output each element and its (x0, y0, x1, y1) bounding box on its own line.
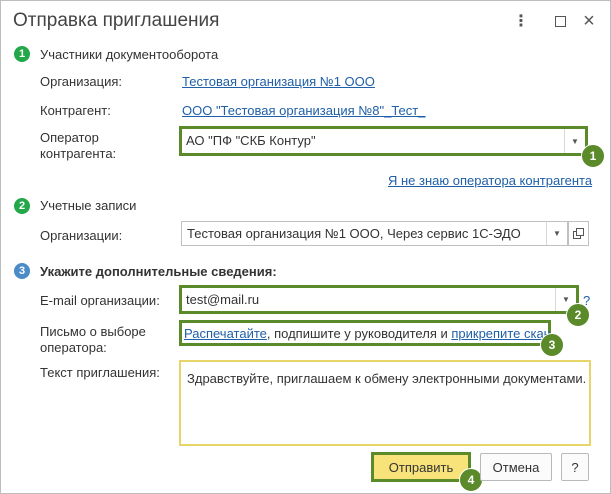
more-icon[interactable]: ⋮ (511, 11, 531, 31)
invite-text: Здравствуйте, приглашаем к обмену электр… (187, 371, 587, 386)
email-field[interactable]: test@mail.ru ▼ (179, 285, 579, 314)
step-1-badge: 1 (14, 46, 30, 62)
orgs-value: Тестовая организация №1 ООО, Через серви… (187, 226, 521, 241)
chevron-down-icon[interactable]: ▼ (546, 222, 567, 245)
print-link[interactable]: Распечатайте (184, 326, 267, 341)
callout-marker-3: 3 (540, 333, 564, 357)
help-button[interactable]: ? (561, 453, 589, 481)
dialog-title: Отправка приглашения (13, 10, 220, 31)
attach-scan-link[interactable]: прикрепите скан (451, 326, 551, 341)
letter-text: Распечатайте, подпишите у руководителя и… (184, 326, 551, 341)
step-3-badge: 3 (14, 263, 30, 279)
email-label: E-mail организации: (40, 293, 160, 308)
operator-value: АО "ПФ "СКБ Контур" (186, 133, 316, 148)
close-icon[interactable]: × (579, 10, 599, 32)
invite-label: Текст приглашения: (40, 365, 160, 380)
letter-label: Письмо о выборе оператора: (40, 324, 146, 355)
org-label: Организация: (40, 74, 123, 89)
maximize-icon[interactable] (550, 11, 570, 31)
step-2-badge: 2 (14, 198, 30, 214)
letter-actions: Распечатайте, подпишите у руководителя и… (179, 320, 551, 346)
operator-select[interactable]: АО "ПФ "СКБ Контур" ▼ (179, 126, 588, 156)
counterparty-link[interactable]: ООО "Тестовая организация №8"_Тест_ (182, 103, 425, 118)
step-3-title: Укажите дополнительные сведения: (40, 264, 277, 279)
send-button[interactable]: Отправить (371, 452, 471, 482)
orgs-label: Организации: (40, 228, 123, 243)
callout-marker-2: 2 (566, 303, 590, 327)
org-link[interactable]: Тестовая организация №1 ООО (182, 74, 375, 89)
callout-marker-1: 1 (581, 144, 605, 168)
letter-middle-text: , подпишите у руководителя и (266, 326, 452, 341)
cancel-button[interactable]: Отмена (480, 453, 552, 481)
unknown-operator-link[interactable]: Я не знаю оператора контрагента (388, 173, 592, 188)
email-value: test@mail.ru (186, 292, 260, 307)
invitation-dialog: Отправка приглашения ⋮ × 1 Участники док… (0, 0, 611, 494)
step-1-title: Участники документооборота (40, 47, 219, 62)
step-2-title: Учетные записи (40, 198, 137, 213)
invite-textarea[interactable]: Здравствуйте, приглашаем к обмену электр… (179, 360, 591, 446)
counterparty-label: Контрагент: (40, 103, 111, 118)
orgs-select[interactable]: Тестовая организация №1 ООО, Через серви… (181, 221, 568, 246)
open-icon[interactable] (568, 221, 589, 246)
operator-label: Оператор контрагента: (40, 130, 117, 161)
